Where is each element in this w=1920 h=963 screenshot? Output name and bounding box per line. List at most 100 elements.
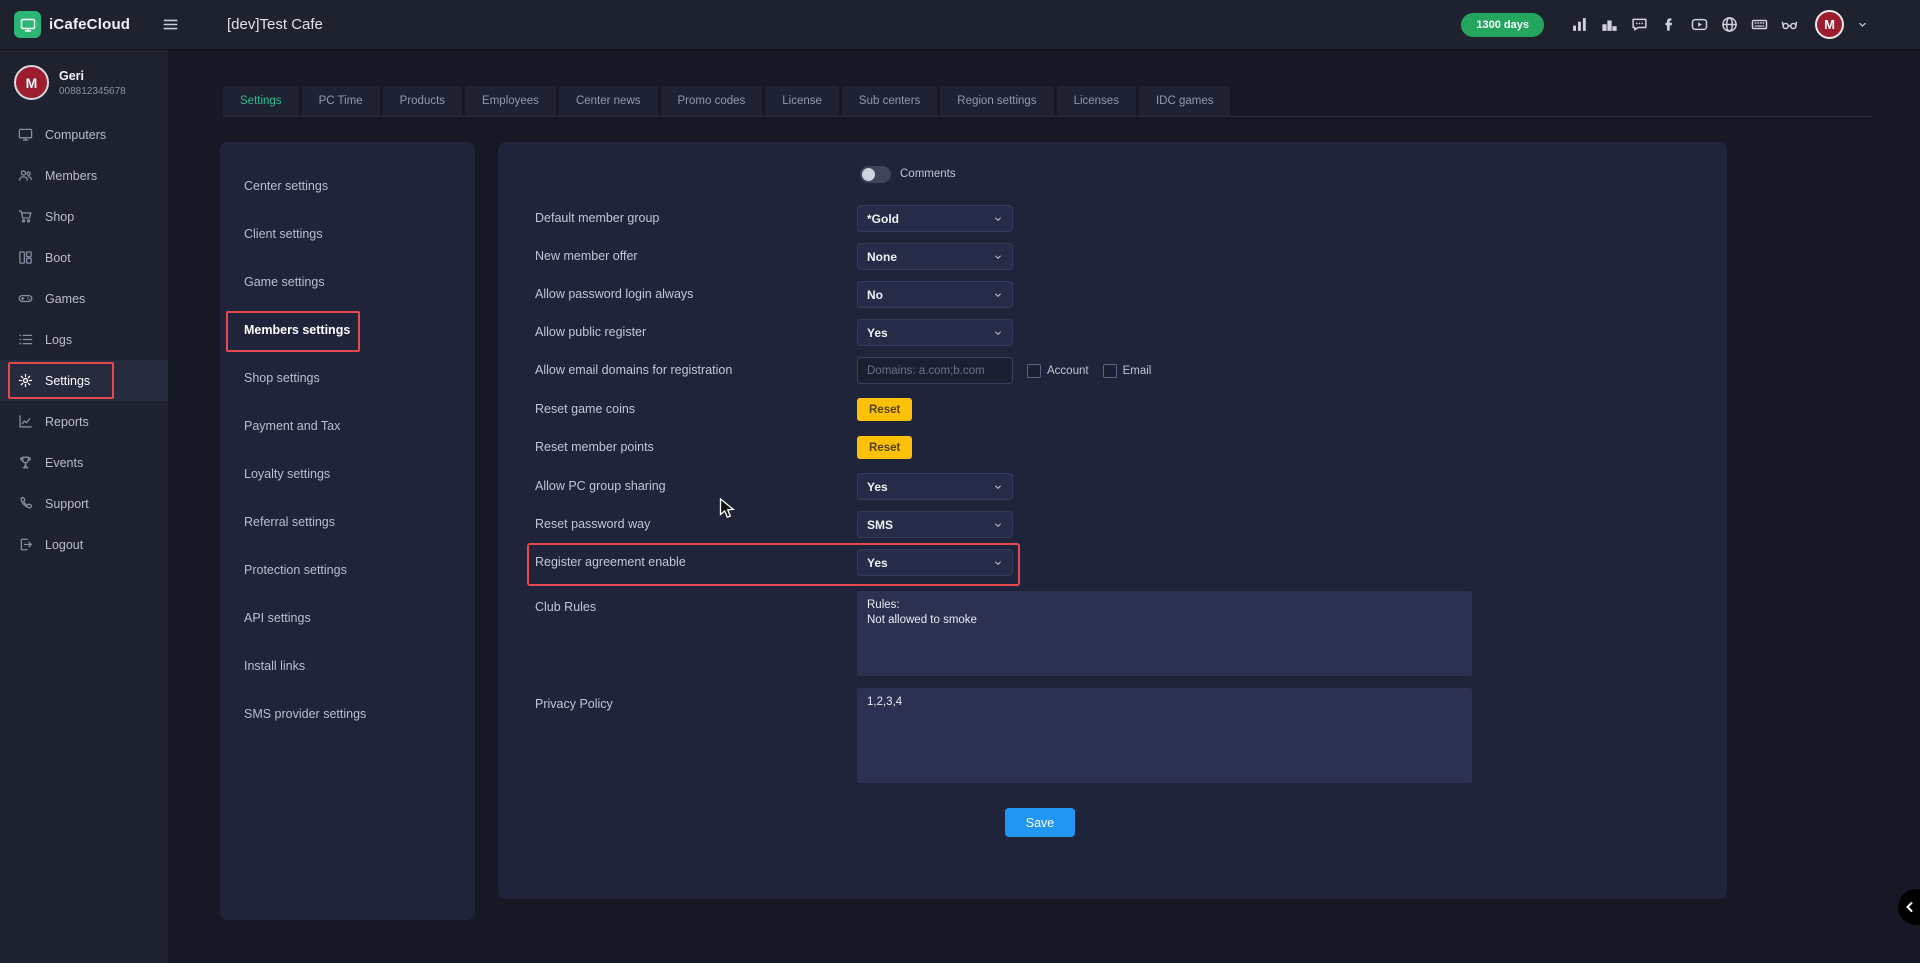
sidebar-item-events[interactable]: Events: [0, 442, 168, 483]
field-label: Register agreement enable: [535, 546, 857, 579]
chevron-down-icon[interactable]: [1857, 19, 1868, 30]
account-checkbox[interactable]: [1027, 364, 1041, 378]
tab-promo-codes[interactable]: Promo codes: [661, 86, 763, 116]
field-label: New member offer: [535, 240, 857, 273]
sidebar-item-computers[interactable]: Computers: [0, 114, 168, 155]
youtube-icon[interactable]: [1691, 16, 1708, 33]
default-member-group-row: Default member group*Gold: [535, 202, 1687, 235]
register-agreement-enable-select[interactable]: Yes: [857, 549, 1013, 576]
chevron-down-icon: [993, 290, 1003, 300]
sidebar-item-games[interactable]: Games: [0, 278, 168, 319]
sidebar-item-support[interactable]: Support: [0, 483, 168, 524]
tab-center-news[interactable]: Center news: [559, 86, 658, 116]
settings-nav-members-settings[interactable]: Members settings: [220, 306, 475, 354]
settings-nav-center-settings[interactable]: Center settings: [220, 162, 475, 210]
allow-public-register-row: Allow public registerYes: [535, 316, 1687, 349]
settings-nav-client-settings[interactable]: Client settings: [220, 210, 475, 258]
podium-icon[interactable]: [1601, 16, 1618, 33]
field-label: Reset game coins: [535, 393, 857, 426]
select-value: *Gold: [867, 212, 899, 226]
settings-nav-referral-settings[interactable]: Referral settings: [220, 498, 475, 546]
users-icon: [18, 168, 33, 183]
chevron-down-icon: [993, 214, 1003, 224]
save-button[interactable]: Save: [1005, 808, 1075, 837]
allow-email-domains-for-registration-input[interactable]: [857, 357, 1013, 384]
tab-pc-time[interactable]: PC Time: [302, 86, 380, 116]
sidebar-item-label: Shop: [45, 210, 74, 224]
tab-region-settings[interactable]: Region settings: [940, 86, 1053, 116]
allow-public-register-select[interactable]: Yes: [857, 319, 1013, 346]
field-label: Privacy Policy: [535, 688, 857, 721]
reset-member-points-row: Reset member pointsReset: [535, 431, 1687, 464]
comments-toggle[interactable]: [860, 166, 891, 183]
chat-icon[interactable]: [1631, 16, 1648, 33]
sidebar-item-reports[interactable]: Reports: [0, 401, 168, 442]
avatar-letter: M: [26, 75, 38, 91]
reset-member-points-button[interactable]: Reset: [857, 436, 912, 459]
stats-icon[interactable]: [1571, 16, 1588, 33]
sidebar-item-members[interactable]: Members: [0, 155, 168, 196]
tab-employees[interactable]: Employees: [465, 86, 556, 116]
settings-nav-api-settings[interactable]: API settings: [220, 594, 475, 642]
tab-license[interactable]: License: [765, 86, 839, 116]
subscription-days-badge[interactable]: 1300 days: [1461, 13, 1544, 37]
allow-password-login-always-select[interactable]: No: [857, 281, 1013, 308]
keyboard-icon[interactable]: [1751, 16, 1768, 33]
reset-game-coins-row: Reset game coinsReset: [535, 393, 1687, 426]
sidebar-item-label: Games: [45, 292, 85, 306]
tab-sub-centers[interactable]: Sub centers: [842, 86, 937, 116]
cafe-title: [dev]Test Cafe: [227, 16, 323, 33]
sidebar-item-label: Logout: [45, 538, 83, 552]
menu-toggle-icon[interactable]: [162, 16, 179, 33]
reset-game-coins-button[interactable]: Reset: [857, 398, 912, 421]
comments-toggle-label: Comments: [900, 168, 956, 180]
members-settings-form: Comments Default member group*Gold New me…: [498, 142, 1727, 899]
sidebar-item-label: Logs: [45, 333, 72, 347]
facebook-icon[interactable]: [1661, 16, 1678, 33]
user-avatar[interactable]: M: [1815, 10, 1844, 39]
select-value: Yes: [867, 556, 888, 570]
sidebar-user-card[interactable]: M Geri 008812345678: [0, 49, 168, 114]
new-member-offer-select[interactable]: None: [857, 243, 1013, 270]
tab-idc-games[interactable]: IDC games: [1139, 86, 1231, 116]
settings-nav-loyalty-settings[interactable]: Loyalty settings: [220, 450, 475, 498]
chevron-down-icon: [993, 558, 1003, 568]
sidebar-item-shop[interactable]: Shop: [0, 196, 168, 237]
user-name: Geri: [59, 69, 126, 83]
phone-icon: [18, 496, 33, 511]
email-checkbox[interactable]: [1103, 364, 1117, 378]
settings-nav-protection-settings[interactable]: Protection settings: [220, 546, 475, 594]
field-label: Reset password way: [535, 508, 857, 541]
app-brand[interactable]: iCafeCloud: [0, 11, 150, 38]
allow-pc-group-sharing-select[interactable]: Yes: [857, 473, 1013, 500]
default-member-group-select[interactable]: *Gold: [857, 205, 1013, 232]
reset-password-way-select[interactable]: SMS: [857, 511, 1013, 538]
globe-icon[interactable]: [1721, 16, 1738, 33]
settings-nav-install-links[interactable]: Install links: [220, 642, 475, 690]
sidebar-item-settings[interactable]: Settings: [0, 360, 168, 401]
sidebar-item-label: Members: [45, 169, 97, 183]
sidebar-item-logout[interactable]: Logout: [0, 524, 168, 565]
privacy-policy-textarea[interactable]: 1,2,3,4: [857, 688, 1472, 783]
tab-settings[interactable]: Settings: [223, 86, 299, 116]
field-label: Allow email domains for registration: [535, 354, 857, 387]
settings-nav-shop-settings[interactable]: Shop settings: [220, 354, 475, 402]
checkbox-label: Email: [1123, 365, 1152, 377]
settings-nav-game-settings[interactable]: Game settings: [220, 258, 475, 306]
topbar: iCafeCloud [dev]Test Cafe 1300 days M: [0, 0, 1920, 49]
settings-nav-sms-provider-settings[interactable]: SMS provider settings: [220, 690, 475, 738]
tab-products[interactable]: Products: [383, 86, 462, 116]
user-id: 008812345678: [59, 86, 126, 97]
settings-nav-payment-and-tax[interactable]: Payment and Tax: [220, 402, 475, 450]
select-value: No: [867, 288, 883, 302]
topbar-actions: 1300 days M: [1461, 10, 1920, 39]
sidebar-item-logs[interactable]: Logs: [0, 319, 168, 360]
glasses-icon[interactable]: [1781, 16, 1798, 33]
tab-licenses[interactable]: Licenses: [1057, 86, 1136, 116]
select-value: Yes: [867, 326, 888, 340]
club-rules-textarea[interactable]: Rules: Not allowed to smoke: [857, 591, 1472, 676]
sidebar-item-boot[interactable]: Boot: [0, 237, 168, 278]
avatar-letter: M: [1824, 17, 1835, 32]
gamepad-icon: [18, 291, 33, 306]
field-label: Allow PC group sharing: [535, 470, 857, 503]
